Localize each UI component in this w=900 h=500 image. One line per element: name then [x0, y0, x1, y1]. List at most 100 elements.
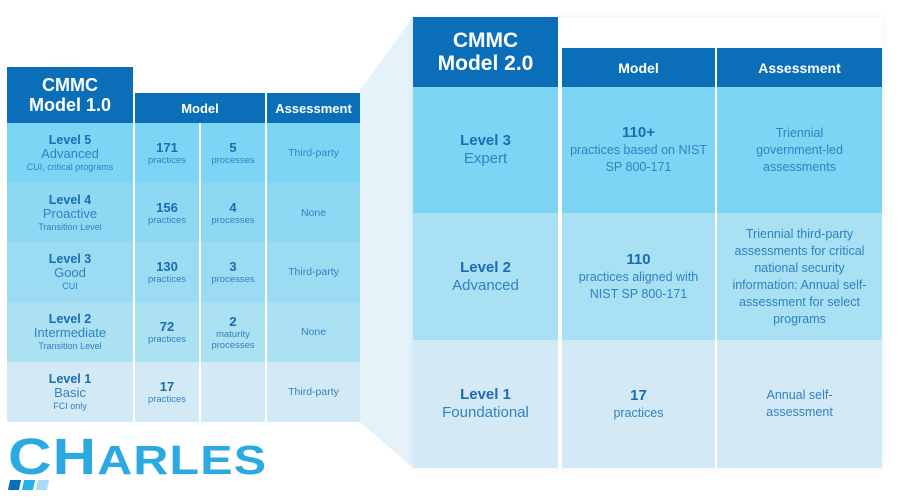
- level-cell: Level 2 Intermediate Transition Level: [7, 302, 133, 362]
- connector-shape: [360, 17, 413, 468]
- practices-cell: 110+ practices based on NIST SP 800-171: [562, 87, 715, 213]
- logo-square-dark: [7, 480, 22, 490]
- assessment-cell: Third-party: [267, 362, 360, 422]
- level-cell: Level 1 Foundational: [413, 340, 558, 468]
- practices-label: practices: [147, 334, 186, 345]
- assessment-value: Triennial third-party assessments for cr…: [732, 226, 867, 326]
- practices-count: 17: [159, 379, 175, 394]
- level-label: Level 2: [460, 258, 511, 276]
- level-cell: Level 3 Expert: [413, 87, 558, 213]
- table-row: Level 3 Expert 110+ practices based on N…: [413, 87, 882, 213]
- level-label: Level 5: [48, 133, 92, 147]
- practices-cell: 72 practices: [135, 302, 199, 362]
- level-cell: Level 2 Advanced: [413, 213, 558, 340]
- level-note: Transition Level: [38, 341, 102, 351]
- logo-rest-letters: ARLES: [97, 437, 268, 483]
- processes-count: 4: [229, 199, 237, 215]
- model-2-header-assessment: Assessment: [717, 48, 882, 87]
- level-note: CUI: [62, 281, 78, 291]
- logo-wordmark: CHARLES: [8, 431, 268, 485]
- table-row: Level 1 Foundational 17 practices Annual…: [413, 340, 882, 468]
- assessment-value: Annual self-assessment: [766, 388, 833, 419]
- assessment-value: Third-party: [288, 266, 339, 278]
- level-note: Transition Level: [38, 221, 102, 232]
- processes-cell: 3 processes: [201, 242, 265, 302]
- assessment-cell: Triennial government-led assessments: [717, 87, 882, 213]
- processes-cell: 4 processes: [201, 183, 265, 242]
- practices-cell: 156 practices: [135, 183, 199, 242]
- processes-cell: 2 maturity processes: [201, 302, 265, 362]
- assessment-cell: None: [267, 302, 360, 362]
- processes-count: 2: [229, 313, 237, 329]
- logo-lead-letters: CH: [8, 428, 98, 485]
- logo-square-light: [35, 480, 50, 490]
- practices-cell: 17 practices: [135, 362, 199, 422]
- level-label: Level 1: [48, 372, 92, 386]
- level-label: Level 3: [48, 252, 92, 266]
- level-cell: Level 4 Proactive Transition Level: [7, 183, 133, 242]
- assessment-value: Third-party: [288, 147, 339, 159]
- cmmc-model-1-table: CMMC Model 1.0 Model Assessment Level 5 …: [7, 67, 360, 422]
- model-1-title-line1: CMMC: [42, 75, 98, 95]
- level-label: Level 1: [460, 386, 511, 403]
- practices-label: practices: [147, 274, 186, 285]
- practices-count: 110+: [622, 124, 655, 141]
- level-note: CUI, critical programs: [26, 162, 114, 172]
- model-2-title: CMMC Model 2.0: [413, 17, 558, 87]
- level-label: Level 3: [460, 132, 511, 149]
- table-row: Level 5 Advanced CUI, critical programs …: [7, 123, 360, 183]
- practices-count: 171: [156, 140, 178, 155]
- level-note: FCI only: [53, 401, 87, 411]
- model-1-header-model: Model: [135, 93, 265, 123]
- practices-description: practices based on NIST SP 800-171: [570, 143, 707, 174]
- model-2-header-model: Model: [562, 48, 715, 87]
- level-name: Intermediate: [33, 325, 107, 340]
- practices-count: 130: [156, 259, 178, 274]
- assessment-cell: Third-party: [267, 242, 360, 302]
- model-1-title-line2: Model 1.0: [28, 95, 112, 115]
- charles-logo: CHARLES: [7, 431, 266, 494]
- model-1-header-assessment: Assessment: [267, 93, 360, 123]
- practices-count: 17: [630, 386, 647, 404]
- level-name: Basic: [54, 385, 86, 400]
- processes-count: 5: [229, 140, 237, 155]
- model-1-title: CMMC Model 1.0: [7, 67, 133, 123]
- level-name: Advanced: [41, 146, 99, 161]
- practices-label: practices: [147, 214, 186, 226]
- table-row: Level 4 Proactive Transition Level 156 p…: [7, 183, 360, 242]
- assessment-value: Triennial government-led assessments: [756, 125, 843, 174]
- logo-square-medium: [21, 480, 36, 490]
- processes-label: processes: [211, 155, 255, 166]
- assessment-cell: Annual self-assessment: [717, 340, 882, 468]
- level-name: Good: [54, 265, 86, 280]
- practices-cell: 17 practices: [562, 340, 715, 468]
- model-2-title-line2: Model 2.0: [437, 52, 534, 75]
- practices-count: 110: [626, 250, 651, 268]
- table-row: Level 2 Advanced 110 practices aligned w…: [413, 213, 882, 340]
- assessment-value: None: [300, 326, 327, 338]
- processes-count: 3: [229, 259, 237, 274]
- processes-cell: [201, 362, 265, 422]
- level-cell: Level 3 Good CUI: [7, 242, 133, 302]
- level-label: Level 4: [48, 192, 92, 207]
- assessment-cell: None: [267, 183, 360, 242]
- level-name: Expert: [463, 150, 508, 167]
- processes-cell: 5 processes: [201, 123, 265, 183]
- level-cell: Level 5 Advanced CUI, critical programs: [7, 123, 133, 183]
- level-name: Proactive: [42, 205, 98, 221]
- practices-count: 156: [156, 199, 178, 215]
- table-row: Level 2 Intermediate Transition Level 72…: [7, 302, 360, 362]
- practices-cell: 171 practices: [135, 123, 199, 183]
- table-row: Level 3 Good CUI 130 practices 3 process…: [7, 242, 360, 302]
- practices-label: practices: [147, 394, 186, 405]
- model-2-title-line1: CMMC: [452, 29, 519, 52]
- practices-description: practices aligned with NIST SP 800-171: [578, 269, 699, 301]
- level-cell: Level 1 Basic FCI only: [7, 362, 133, 422]
- assessment-value: None: [300, 206, 327, 219]
- assessment-cell: Third-party: [267, 123, 360, 183]
- practices-cell: 110 practices aligned with NIST SP 800-1…: [562, 213, 715, 340]
- practices-description: practices: [613, 405, 664, 420]
- processes-label: processes: [211, 214, 255, 226]
- cmmc-model-2-table: CMMC Model 2.0 Model Assessment Level 3 …: [413, 17, 882, 468]
- level-name: Foundational: [442, 404, 529, 421]
